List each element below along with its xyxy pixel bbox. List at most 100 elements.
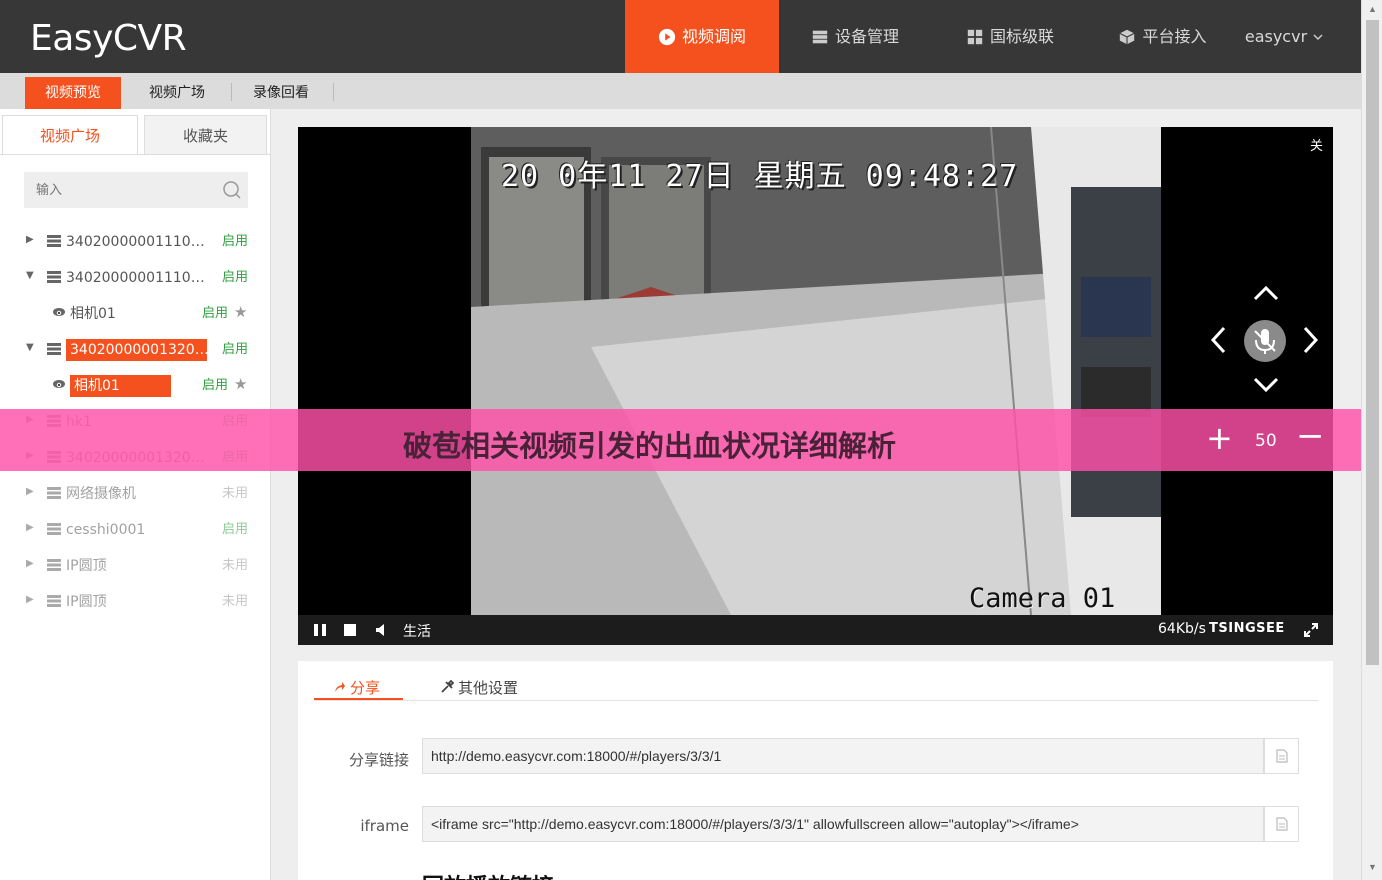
star-icon[interactable]: ★ <box>234 375 247 393</box>
server-icon <box>812 30 828 43</box>
status-badge: 启用 <box>221 270 248 285</box>
fullscreen-icon[interactable] <box>1303 622 1319 638</box>
iframe-label: iframe <box>360 817 409 835</box>
pause-icon[interactable] <box>313 623 327 637</box>
close-video-button[interactable]: 关 <box>1310 135 1323 154</box>
star-icon[interactable]: ★ <box>234 303 247 321</box>
status-badge: 启用 <box>201 306 228 321</box>
search-icon[interactable] <box>222 180 242 200</box>
osd-camera-label: Camera 01 <box>969 583 1116 614</box>
tab-divider <box>314 700 1318 701</box>
tree-device-node[interactable]: ▶ 34020000001110… 启用 <box>0 227 270 255</box>
username: easycvr <box>1244 27 1308 46</box>
status-badge: 启用 <box>201 378 228 393</box>
camera-icon <box>53 308 65 316</box>
grid-icon <box>967 29 983 44</box>
iframe-field[interactable]: <iframe src="http://demo.easycvr.com:180… <box>422 806 1264 842</box>
lobby-scene <box>471 127 1161 615</box>
tree-device-node[interactable]: ▼ 34020000001110… 启用 <box>0 263 270 291</box>
subnav-video-preview[interactable]: 视频预览 <box>25 77 121 109</box>
nav-gb-cascade[interactable]: 国标级联 <box>950 0 1070 73</box>
caret-down-icon[interactable]: ▼ <box>26 342 36 354</box>
scroll-up-arrow[interactable]: ▲ <box>1368 4 1377 14</box>
nvr-device-icon <box>47 487 61 499</box>
tree-node-label: 34020000001320… <box>66 339 207 361</box>
play-circle-icon <box>658 28 676 45</box>
ptz-down-icon[interactable] <box>1253 377 1279 393</box>
video-feed: 20 0年11 27日 星期五 09:48:27 Camera 01 <box>471 127 1161 615</box>
zoom-out-button[interactable]: − <box>1296 419 1325 453</box>
nvr-device-icon <box>47 271 61 283</box>
share-link-field[interactable]: http://demo.easycvr.com:18000/#/players/… <box>422 738 1264 774</box>
banner-title: 破苞相关视频引发的出血状况详细解析 <box>403 429 897 463</box>
status-badge: 未用 <box>221 486 248 501</box>
zoom-in-button[interactable]: + <box>1206 422 1233 454</box>
chevron-down-icon <box>1313 33 1323 40</box>
scroll-thumb[interactable] <box>1366 20 1379 665</box>
tab-label: 分享 <box>350 678 381 697</box>
caret-right-icon[interactable]: ▶ <box>26 594 36 606</box>
caret-right-icon[interactable]: ▶ <box>26 558 36 570</box>
status-badge: 未用 <box>221 558 248 573</box>
tree-camera-node[interactable]: 相机01 启用 ★ <box>0 299 270 327</box>
status-badge: 未用 <box>221 594 248 609</box>
tab-share[interactable]: 分享 <box>334 673 380 701</box>
player-controls: 生活 64Kb/s TSINGSEE <box>298 615 1333 645</box>
caret-down-icon[interactable]: ▼ <box>26 270 36 282</box>
tree-node-label: 相机01 <box>70 306 116 322</box>
video-player[interactable]: 20 0年11 27日 星期五 09:48:27 Camera 01 关 生活 … <box>298 127 1333 645</box>
tree-node-label: 34020000001110… <box>66 234 205 250</box>
ptz-right-icon[interactable] <box>1303 326 1319 354</box>
ptz-left-icon[interactable] <box>1210 326 1226 354</box>
nav-label: 国标级联 <box>989 27 1054 46</box>
search-input[interactable] <box>24 172 248 208</box>
stop-icon[interactable] <box>343 623 357 637</box>
tree-node-label: IP圆顶 <box>66 594 107 610</box>
camera-icon <box>53 380 65 388</box>
tree-node-label: 网络摄像机 <box>66 486 136 502</box>
subnav-video-square[interactable]: 视频广场 <box>129 77 225 109</box>
subnav-divider <box>333 83 334 101</box>
tab-favorites[interactable]: 收藏夹 <box>144 115 267 155</box>
tree-device-node[interactable]: ▶ IP圆顶 未用 <box>0 587 270 615</box>
nav-platform-access[interactable]: 平台接入 <box>1100 0 1225 73</box>
nav-video-browse[interactable]: 视频调阅 <box>625 0 779 73</box>
tab-video-square[interactable]: 视频广场 <box>2 115 138 155</box>
share-link-label: 分享链接 <box>348 751 409 769</box>
app-logo[interactable]: EasyCVR <box>30 18 187 59</box>
volume-icon[interactable] <box>375 623 387 637</box>
copy-iframe-button[interactable] <box>1264 806 1299 842</box>
nvr-device-icon <box>47 235 61 247</box>
tree-node-label: IP圆顶 <box>66 558 107 574</box>
caret-right-icon[interactable]: ▶ <box>26 234 36 246</box>
tree-camera-node[interactable]: 相机01 启用 ★ <box>0 371 270 399</box>
nav-label: 平台接入 <box>1142 27 1207 46</box>
nav-device-management[interactable]: 设备管理 <box>795 0 915 73</box>
top-navbar: EasyCVR 视频调阅 设备管理 国标级联 平台接入 easycvr <box>0 0 1361 73</box>
page-scrollbar[interactable]: ▲ ▼ <box>1361 0 1382 880</box>
nav-label: 设备管理 <box>834 27 899 46</box>
playback-link-heading: 回放播放链接 <box>422 869 554 880</box>
tab-other-settings[interactable]: 其他设置 <box>440 673 518 701</box>
caret-right-icon[interactable]: ▶ <box>26 522 36 534</box>
ptz-up-icon[interactable] <box>1253 285 1279 301</box>
tree-device-node[interactable]: ▶ cesshi0001 启用 <box>0 515 270 543</box>
status-badge: 启用 <box>221 234 248 249</box>
live-label: 生活 <box>403 624 431 640</box>
sub-navbar: 视频预览 视频广场 录像回看 <box>0 73 1361 109</box>
tree-device-node[interactable]: ▶ 网络摄像机 未用 <box>0 479 270 507</box>
caret-right-icon[interactable]: ▶ <box>26 486 36 498</box>
tree-device-node[interactable]: ▼ 34020000001320… 启用 <box>0 335 270 363</box>
tools-icon <box>441 680 454 693</box>
active-tab-indicator <box>314 698 403 700</box>
device-sidebar: 视频广场 收藏夹 ▶ 34020000001110… 启用 ▼ 340200000011… <box>0 109 271 880</box>
tree-device-node[interactable]: ▶ IP圆顶 未用 <box>0 551 270 579</box>
nav-label: 视频调阅 <box>681 27 746 46</box>
ad-banner[interactable]: 破苞相关视频引发的出血状况详细解析 + 50 − <box>0 409 1382 471</box>
scroll-down-arrow[interactable]: ▼ <box>1368 862 1377 872</box>
bitrate-label: 64Kb/s <box>1158 621 1206 637</box>
copy-share-link-button[interactable] <box>1264 738 1299 774</box>
user-menu[interactable]: easycvr <box>1240 0 1328 73</box>
microphone-icon[interactable] <box>1243 319 1287 363</box>
subnav-playback[interactable]: 录像回看 <box>233 77 329 109</box>
